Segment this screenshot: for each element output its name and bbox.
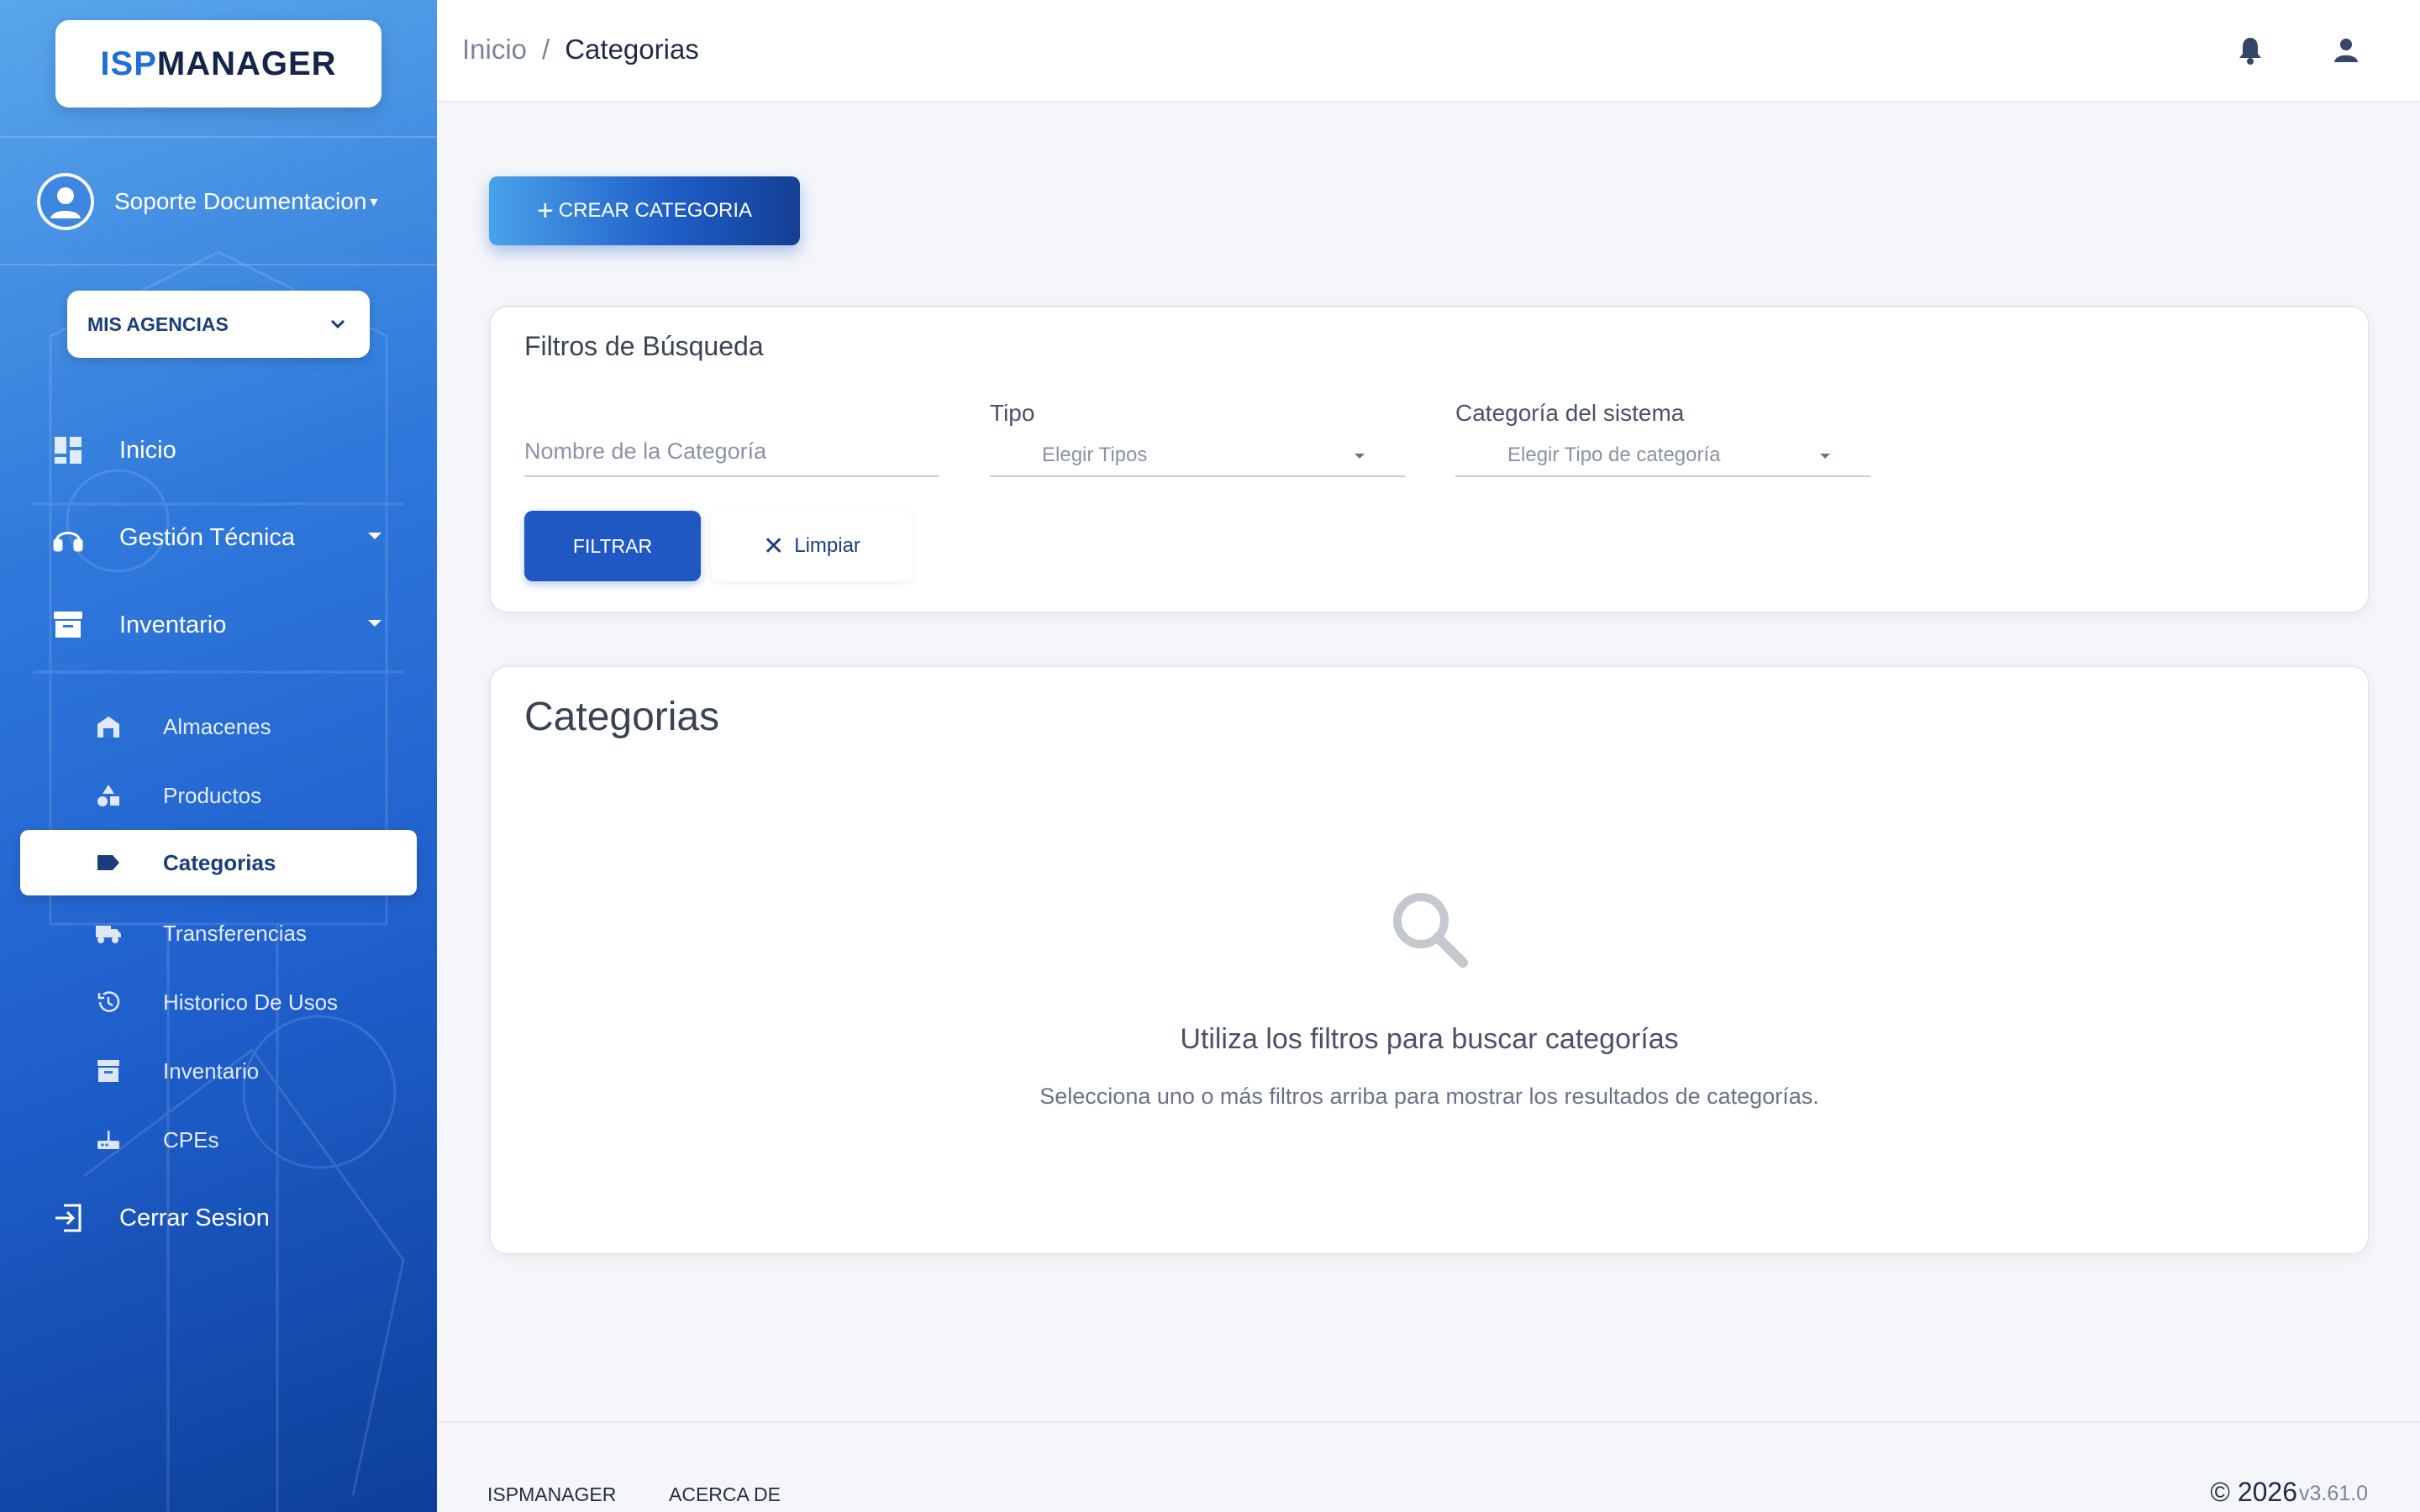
footer-link-about[interactable]: ACERCA DE bbox=[669, 1483, 781, 1506]
input-underline bbox=[524, 475, 939, 477]
plus-icon: + bbox=[536, 194, 554, 227]
sidebar: ISP MANAGER Soporte Documentacion ▾ MIS … bbox=[0, 0, 437, 1512]
system-category-select[interactable]: Categoría del sistema Elegir Tipo de cat… bbox=[1455, 400, 1870, 484]
select-underline bbox=[1455, 475, 1870, 477]
filters-title: Filtros de Búsqueda bbox=[524, 331, 764, 361]
sidebar-item-inventario[interactable]: Inventario bbox=[0, 591, 437, 659]
user-icon[interactable] bbox=[2328, 32, 2365, 69]
user-avatar-icon bbox=[40, 176, 91, 227]
sidebar-subitem-productos[interactable]: Productos bbox=[0, 766, 437, 825]
caret-down-icon bbox=[1820, 454, 1830, 459]
dashboard-icon bbox=[52, 434, 84, 466]
sidebar-divider bbox=[0, 264, 437, 265]
bell-icon[interactable] bbox=[2232, 32, 2269, 69]
user-menu[interactable]: Soporte Documentacion ▾ bbox=[37, 171, 390, 232]
sidebar-item-label: Gestión Técnica bbox=[119, 523, 296, 551]
copyright: © 2026 bbox=[2210, 1477, 2297, 1507]
archive-icon bbox=[94, 1057, 123, 1085]
agencies-label: MIS AGENCIAS bbox=[87, 312, 229, 335]
logout-label: Cerrar Sesion bbox=[119, 1204, 270, 1231]
create-category-button[interactable]: + CREAR CATEGORIA bbox=[489, 176, 800, 245]
version: v3.61.0 bbox=[2298, 1482, 2368, 1505]
tipo-selected-value: Elegir Tipos bbox=[1042, 444, 1148, 466]
headset-icon bbox=[52, 522, 84, 554]
empty-state-title: Utiliza los filtros para buscar categorí… bbox=[1180, 1023, 1679, 1055]
sidebar-subitem-label: Inventario bbox=[163, 1058, 260, 1084]
router-icon bbox=[94, 1126, 123, 1154]
sidebar-subitem-cpes[interactable]: CPEs bbox=[0, 1110, 437, 1169]
sidebar-subitem-almacenes[interactable]: Almacenes bbox=[0, 697, 437, 756]
logo-text-manager: MANAGER bbox=[156, 45, 337, 82]
sidebar-subitem-label: Historico De Usos bbox=[163, 989, 339, 1015]
sidebar-divider bbox=[0, 136, 437, 138]
sidebar-subitem-label: Categorias bbox=[163, 849, 276, 875]
history-icon bbox=[94, 988, 123, 1016]
filter-button[interactable]: FILTRAR bbox=[524, 511, 701, 581]
sidebar-subitem-categorias[interactable]: Categorias bbox=[20, 830, 417, 895]
user-name: Soporte Documentacion bbox=[114, 188, 367, 214]
select-underline bbox=[990, 475, 1405, 477]
tipo-label: Tipo bbox=[990, 400, 1035, 426]
logout-button[interactable]: Cerrar Sesion bbox=[0, 1184, 437, 1252]
clear-button[interactable]: ✕ Limpiar bbox=[711, 511, 913, 581]
category-name-input[interactable]: Nombre de la Categoría bbox=[524, 400, 939, 484]
sidebar-subitem-inventario[interactable]: Inventario bbox=[0, 1042, 437, 1100]
avatar bbox=[37, 173, 94, 230]
system-category-selected-value: Elegir Tipo de categoría bbox=[1507, 444, 1721, 466]
sidebar-item-label: Inicio bbox=[119, 436, 176, 464]
chevron-down-icon: ▾ bbox=[370, 192, 378, 210]
search-icon bbox=[1393, 893, 1468, 968]
logout-icon bbox=[52, 1202, 84, 1234]
sidebar-subitem-label: CPEs bbox=[163, 1126, 219, 1152]
breadcrumb: Inicio / Categorias bbox=[462, 34, 699, 66]
logo-text-isp: ISP bbox=[100, 45, 157, 82]
label-icon bbox=[94, 848, 123, 877]
close-icon: ✕ bbox=[763, 532, 785, 560]
empty-state-subtitle: Selecciona uno o más filtros arriba para… bbox=[1039, 1084, 1819, 1109]
tipo-select[interactable]: Tipo Elegir Tipos bbox=[990, 400, 1405, 484]
sidebar-subitem-label: Productos bbox=[163, 782, 262, 808]
footer: ISPMANAGER ACERCA DE © 2026 v3.61.0 bbox=[437, 1421, 2420, 1512]
truck-icon bbox=[94, 919, 123, 948]
sidebar-subitem-historico[interactable]: Historico De Usos bbox=[0, 973, 437, 1032]
agencies-dropdown[interactable]: MIS AGENCIAS bbox=[67, 291, 370, 358]
warehouse-icon bbox=[94, 712, 123, 741]
chevron-down-icon bbox=[330, 319, 345, 329]
breadcrumb-current: Categorias bbox=[565, 34, 699, 65]
footer-link-ispmanager[interactable]: ISPMANAGER bbox=[487, 1483, 616, 1506]
app-logo[interactable]: ISP MANAGER bbox=[55, 20, 381, 108]
topbar: Inicio / Categorias bbox=[437, 0, 2420, 102]
breadcrumb-home-link[interactable]: Inicio bbox=[462, 34, 527, 66]
sidebar-subitem-transferencias[interactable]: Transferencias bbox=[0, 904, 437, 963]
sidebar-item-gestion-tecnica[interactable]: Gestión Técnica bbox=[0, 504, 437, 571]
shapes-icon bbox=[94, 781, 123, 810]
chevron-down-icon bbox=[368, 620, 381, 627]
results-title: Categorias bbox=[524, 695, 720, 739]
sidebar-item-label: Inventario bbox=[119, 611, 227, 638]
system-category-label: Categoría del sistema bbox=[1455, 400, 1685, 426]
chevron-down-icon bbox=[368, 533, 381, 539]
create-category-label: CREAR CATEGORIA bbox=[558, 199, 753, 222]
category-name-placeholder: Nombre de la Categoría bbox=[524, 438, 767, 464]
sidebar-item-inicio[interactable]: Inicio bbox=[0, 417, 437, 484]
filters-card: Filtros de Búsqueda Nombre de la Categor… bbox=[489, 306, 2370, 613]
breadcrumb-separator: / bbox=[542, 34, 550, 65]
clear-label: Limpiar bbox=[794, 534, 860, 557]
sidebar-subitem-label: Transferencias bbox=[163, 920, 307, 946]
sidebar-subitem-label: Almacenes bbox=[163, 713, 271, 739]
results-card: Categorias Utiliza los filtros para busc… bbox=[489, 665, 2370, 1255]
archive-icon bbox=[52, 609, 84, 641]
caret-down-icon bbox=[1355, 454, 1365, 459]
